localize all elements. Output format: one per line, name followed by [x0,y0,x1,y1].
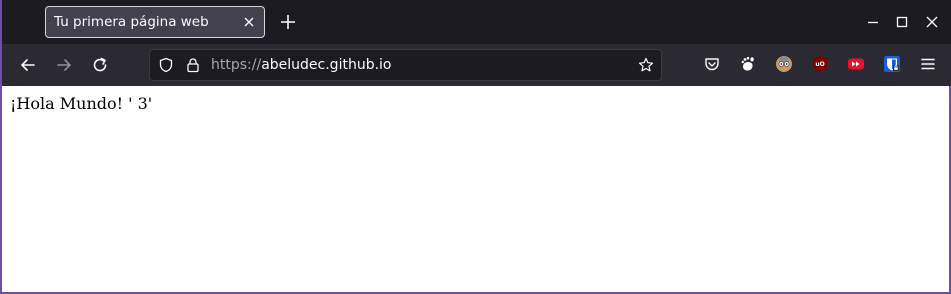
back-icon[interactable] [19,56,37,74]
reload-icon[interactable] [91,56,109,74]
shield-icon[interactable] [158,57,174,73]
page-content: ¡Hola Mundo! ' 3' [2,86,949,292]
gnome-extension-icon[interactable] [739,55,757,73]
close-window-icon[interactable] [924,14,940,30]
nav-toolbar: https://abeludec.github.io uO [2,44,951,86]
menu-icon[interactable] [919,55,937,73]
pocket-icon[interactable] [703,55,721,73]
maximize-icon[interactable] [894,14,910,30]
ublock-icon[interactable]: uO [811,55,829,73]
tab-active[interactable]: Tu primera página web [45,6,265,38]
new-tab-icon[interactable] [279,13,297,31]
minimize-icon[interactable] [865,14,881,30]
svg-text:uO: uO [815,61,824,68]
forward-icon[interactable] [55,56,73,74]
close-tab-icon[interactable] [241,14,257,30]
bitwarden-icon[interactable] [883,55,901,73]
url-scheme: https:// [211,57,262,73]
tab-bar: Tu primera página web [2,0,951,44]
url-text[interactable]: https://abeludec.github.io [211,57,391,73]
page-heading-text: ¡Hola Mundo! ' 3' [10,94,153,113]
youtube-extension-icon[interactable] [847,55,865,73]
avatar-extension-icon[interactable] [775,55,793,73]
tab-title: Tu primera página web [54,14,209,30]
url-bar[interactable]: https://abeludec.github.io [149,49,662,81]
browser-window: Tu primera página web https://abeludec.g… [0,0,951,294]
star-icon[interactable] [638,57,654,73]
lock-icon[interactable] [185,57,201,73]
url-host: abeludec.github.io [261,57,392,73]
